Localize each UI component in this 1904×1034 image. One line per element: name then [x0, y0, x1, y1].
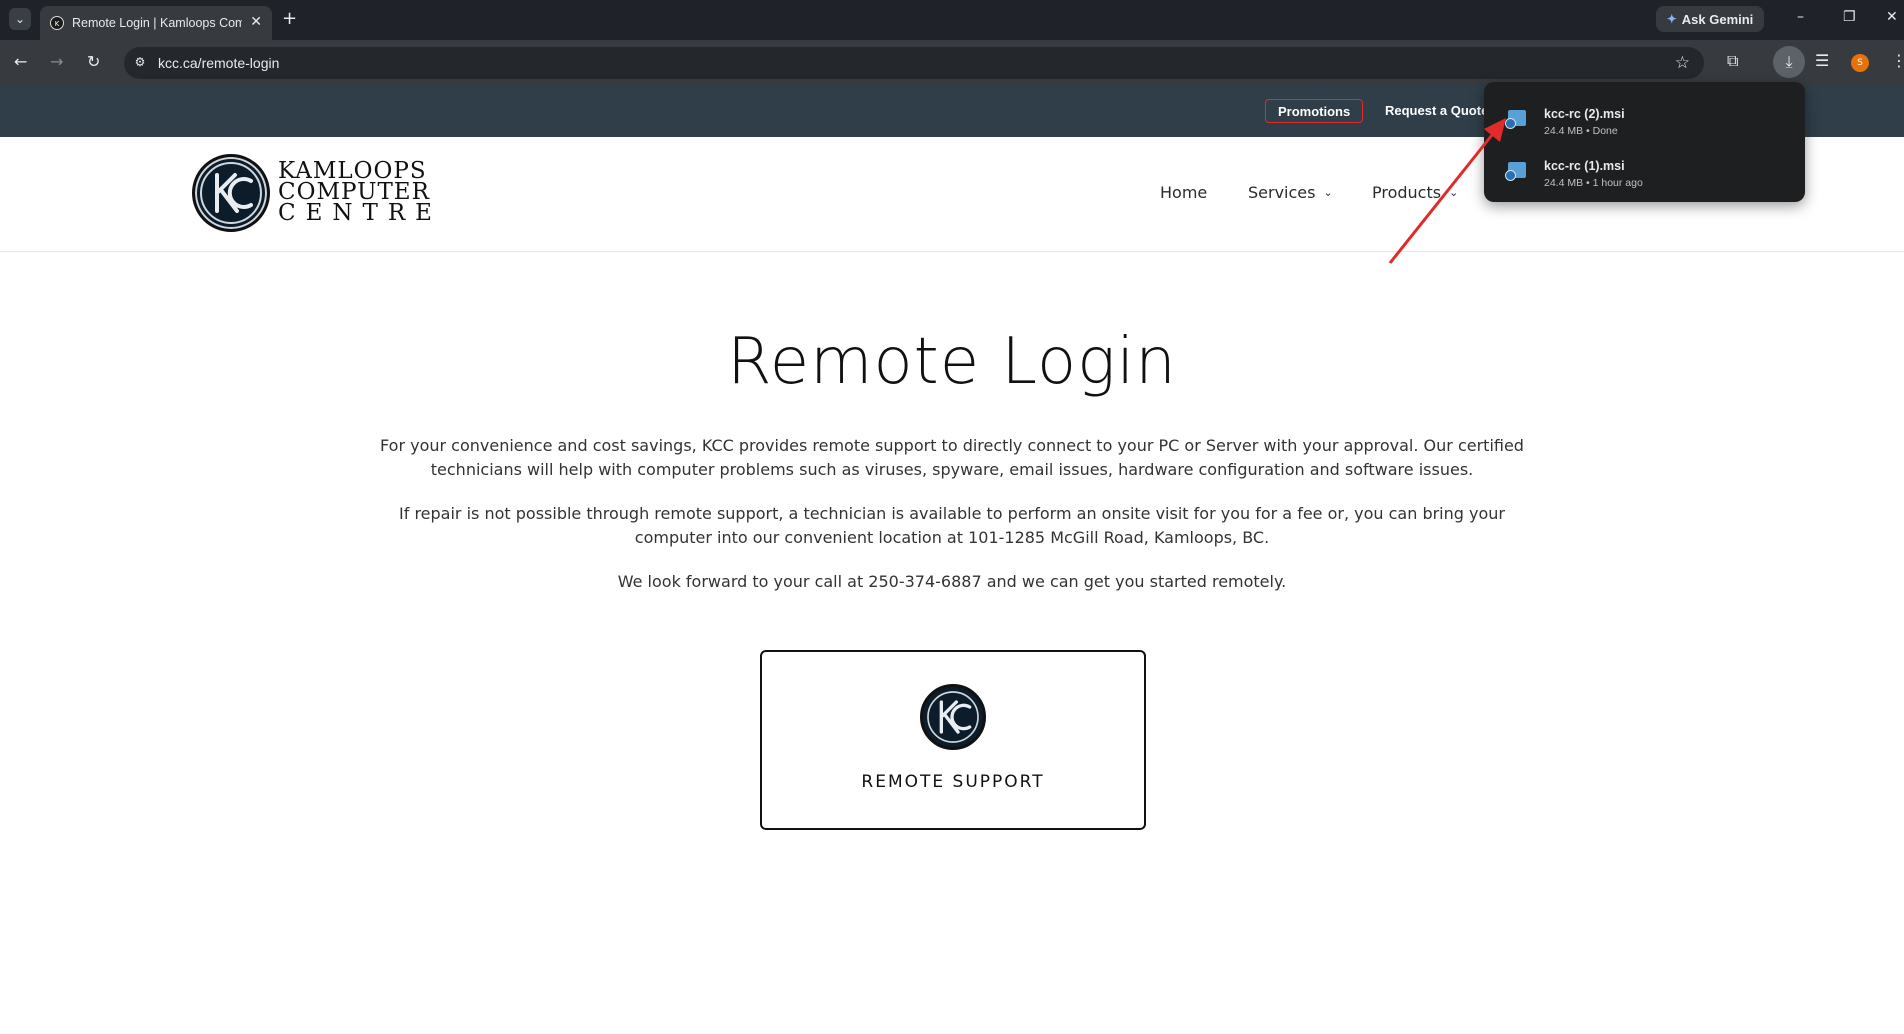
browser-toolbar: ← → ↻ ⚙ kcc.ca/remote-login ☆ ⧉ ⤓ ☰ S ⋮: [0, 40, 1904, 86]
profile-avatar[interactable]: S: [1851, 54, 1869, 72]
tab-search-chevron-icon[interactable]: ⌄: [9, 8, 31, 30]
nav-products-label: Products: [1372, 183, 1442, 202]
tab-title: Remote Login | Kamloops Computer Centre: [72, 16, 242, 30]
download-file-name: kcc-rc (2).msi: [1544, 107, 1625, 121]
nav-item-home[interactable]: Home: [1160, 183, 1207, 202]
downloads-icon[interactable]: ⤓: [1773, 46, 1805, 78]
nav-item-products[interactable]: Products ⌄: [1372, 183, 1458, 202]
browser-tab-active[interactable]: K Remote Login | Kamloops Computer Centr…: [40, 6, 272, 40]
nav-item-services[interactable]: Services ⌄: [1248, 183, 1333, 202]
nav-home-label: Home: [1160, 183, 1208, 202]
page-title: Remote Login: [727, 325, 1177, 399]
ask-gemini-button[interactable]: ✦ Ask Gemini: [1656, 6, 1764, 32]
chevron-down-icon: ⌄: [1449, 186, 1459, 199]
promotions-button[interactable]: Promotions: [1265, 99, 1364, 123]
download-file-meta: 24.4 MB • Done: [1544, 125, 1618, 137]
onsite-paragraph: If repair is not possible through remote…: [399, 504, 1505, 547]
url-text[interactable]: kcc.ca/remote-login: [158, 55, 279, 71]
download-file-name: kcc-rc (1).msi: [1544, 159, 1625, 173]
ask-gemini-label: Ask Gemini: [1681, 11, 1754, 27]
reload-icon[interactable]: ↻: [87, 52, 100, 71]
tab-close-icon[interactable]: ✕: [250, 14, 262, 30]
new-tab-button[interactable]: +: [282, 8, 297, 30]
msi-installer-icon: [1505, 162, 1526, 181]
minimize-window-button[interactable]: –: [1797, 9, 1804, 25]
download-item[interactable]: kcc-rc (1).msi 24.4 MB • 1 hour ago: [1484, 142, 1805, 192]
browser-menu-icon[interactable]: ⋮: [1891, 51, 1904, 70]
kcc-monogram-icon: [927, 691, 979, 743]
reading-list-icon[interactable]: ☰: [1815, 51, 1829, 70]
request-quote-link[interactable]: Request a Quote: [1385, 103, 1488, 118]
remote-support-label: REMOTE SUPPORT: [861, 772, 1045, 792]
kcc-logo-mark[interactable]: [192, 154, 270, 232]
kcc-monogram-icon: [200, 162, 262, 224]
download-file-meta: 24.4 MB • 1 hour ago: [1544, 177, 1643, 189]
contact-paragraph: We look forward to your call at 250-374-…: [617, 572, 1287, 591]
back-arrow-icon[interactable]: ←: [14, 52, 27, 71]
bookmark-star-icon[interactable]: ☆: [1675, 53, 1690, 73]
gemini-sparkle-icon: ✦: [1666, 12, 1677, 26]
download-item[interactable]: kcc-rc (2).msi 24.4 MB • Done: [1484, 90, 1805, 140]
msi-installer-icon: [1505, 110, 1526, 129]
logo-line-3: CENTRE: [278, 200, 442, 226]
address-bar[interactable]: ⚙ kcc.ca/remote-login ☆: [124, 47, 1704, 79]
browser-tab-bar: ⌄ K Remote Login | Kamloops Computer Cen…: [0, 0, 1904, 40]
kcc-logo-mark: [920, 684, 986, 750]
nav-services-label: Services: [1248, 183, 1316, 202]
downloads-bubble: kcc-rc (2).msi 24.4 MB • Done kcc-rc (1)…: [1484, 82, 1805, 202]
intro-paragraph: For your convenience and cost savings, K…: [380, 436, 1524, 479]
forward-arrow-icon[interactable]: →: [50, 52, 63, 71]
restore-window-button[interactable]: ❐: [1843, 9, 1856, 25]
site-info-icon[interactable]: ⚙: [132, 55, 148, 71]
kcc-logo-wordmark[interactable]: KAMLOOPS COMPUTER CENTRE: [278, 160, 442, 226]
site-favicon-icon: K: [50, 16, 64, 30]
chevron-down-icon: ⌄: [1323, 186, 1333, 199]
close-window-button[interactable]: ✕: [1886, 9, 1898, 25]
remote-support-button[interactable]: REMOTE SUPPORT: [760, 650, 1146, 830]
extensions-puzzle-icon[interactable]: ⧉: [1727, 51, 1738, 71]
